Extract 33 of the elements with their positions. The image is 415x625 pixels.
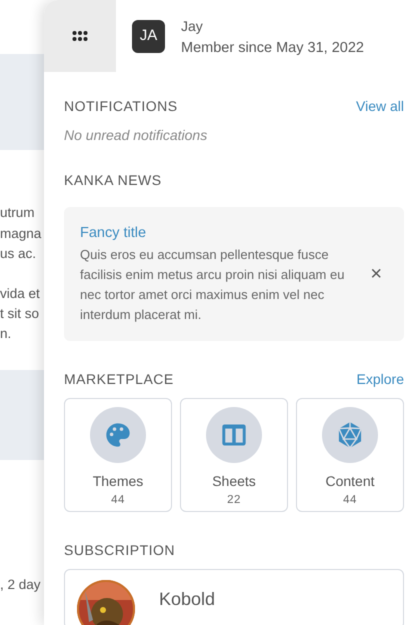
page-text: t sit so <box>0 305 40 323</box>
member-since: Member since May 31, 2022 <box>181 39 364 58</box>
page-text: vida et <box>0 285 41 303</box>
user-avatar: JA <box>132 20 165 53</box>
empty-notifications-text: No unread notifications <box>64 126 208 145</box>
section-heading: SUBSCRIPTION <box>64 540 176 560</box>
palette-icon <box>104 420 132 449</box>
tile-count: 44 <box>343 492 357 508</box>
close-button[interactable]: × <box>356 258 388 289</box>
tile-label: Content <box>325 472 375 491</box>
page-text: n. <box>0 325 12 343</box>
menu-icon <box>72 30 88 42</box>
tile-label: Themes <box>92 472 144 491</box>
dice-icon <box>336 420 364 449</box>
view-all-link[interactable]: View all <box>356 96 404 117</box>
marketplace-tile[interactable]: Content 44 <box>296 398 404 512</box>
marketplace-tile[interactable]: Sheets 22 <box>180 398 288 512</box>
marketplace-tile[interactable]: Themes 44 <box>64 398 172 512</box>
page-text: utrum <box>0 204 36 222</box>
section-heading: MARKETPLACE <box>64 370 174 389</box>
news-body: Quis eros eu accumsan pellentesque fusce facilisis enim metus arcu proin nisi aliquam eu nec tortor amet orci maximus enim vel nec interdum placerat mi. <box>80 246 346 324</box>
section-heading: KANKA NEWS <box>64 171 162 190</box>
tile-count: 22 <box>227 492 241 508</box>
page-text: , 2 day <box>0 576 42 594</box>
user-name: Jay <box>181 17 204 36</box>
tile-label: Sheets <box>212 472 256 491</box>
plan-name: Kobold <box>159 588 216 611</box>
explore-link[interactable]: Explore <box>356 368 404 390</box>
section-heading: NOTIFICATIONS <box>64 97 178 116</box>
apps-menu-button[interactable] <box>44 0 116 72</box>
page-text: magna <box>0 225 42 243</box>
tile-count: 44 <box>111 492 125 508</box>
page-text: us ac. <box>0 245 38 263</box>
